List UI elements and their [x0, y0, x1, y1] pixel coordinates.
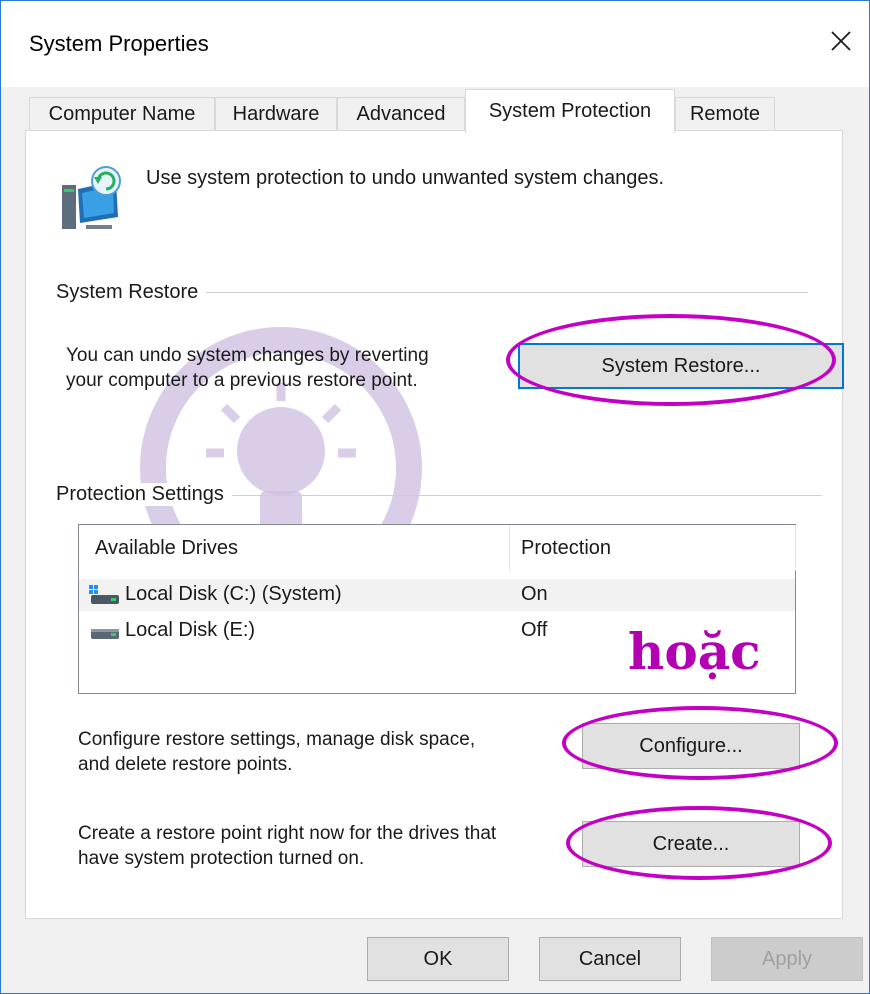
drives-list-header: Available Drives Protection [79, 525, 796, 571]
title-bar: System Properties [1, 1, 869, 87]
close-icon [831, 31, 851, 51]
tab-remote[interactable]: Remote [675, 97, 775, 131]
create-description-line2: have system protection turned on. [78, 848, 365, 869]
table-row[interactable]: Local Disk (C:) (System) On [79, 579, 795, 611]
system-protection-panel: Use system protection to undo unwanted s… [25, 130, 844, 919]
system-protection-icon [62, 166, 121, 229]
column-protection[interactable]: Protection [521, 537, 611, 560]
create-description: Create a restore point right now for the… [78, 821, 496, 871]
drive-icon [91, 629, 119, 639]
tab-computer-name[interactable]: Computer Name [29, 97, 215, 131]
column-available-drives[interactable]: Available Drives [95, 537, 238, 560]
annotation-text: hoặc [628, 622, 761, 681]
window-title: System Properties [29, 31, 209, 56]
drive-protection-status: On [521, 583, 548, 605]
configure-button[interactable]: Configure... [582, 723, 800, 769]
column-separator [795, 525, 796, 571]
system-restore-description-line2: your computer to a previous restore poin… [66, 370, 418, 391]
create-description-line1: Create a restore point right now for the… [78, 823, 497, 844]
cancel-button[interactable]: Cancel [539, 937, 681, 981]
configure-description-line2: and delete restore points. [78, 754, 293, 775]
system-restore-button[interactable]: System Restore... [518, 343, 844, 389]
ok-button[interactable]: OK [367, 937, 509, 981]
create-button[interactable]: Create... [582, 821, 800, 867]
tab-hardware[interactable]: Hardware [215, 97, 337, 131]
system-properties-window: System Properties Computer Name Hardware… [0, 0, 870, 994]
tab-advanced[interactable]: Advanced [337, 97, 465, 131]
dialog-footer: OK Cancel Apply [1, 919, 869, 993]
configure-description: Configure restore settings, manage disk … [78, 727, 475, 777]
system-restore-description: You can undo system changes by reverting… [66, 343, 429, 393]
close-button[interactable] [823, 23, 859, 59]
tab-system-protection[interactable]: System Protection [465, 89, 675, 133]
intro-text: Use system protection to undo unwanted s… [146, 167, 665, 189]
protection-settings-group-label: Protection Settings [56, 483, 232, 506]
system-restore-group-label: System Restore [56, 281, 207, 304]
system-restore-description-line1: You can undo system changes by reverting [66, 345, 429, 366]
drive-name: Local Disk (E:) [125, 619, 256, 641]
drive-protection-status: Off [521, 619, 548, 641]
system-drive-icon [89, 585, 119, 604]
column-separator[interactable] [509, 525, 510, 571]
drive-name: Local Disk (C:) (System) [125, 583, 342, 605]
configure-description-line1: Configure restore settings, manage disk … [78, 729, 476, 750]
apply-button[interactable]: Apply [711, 937, 863, 981]
